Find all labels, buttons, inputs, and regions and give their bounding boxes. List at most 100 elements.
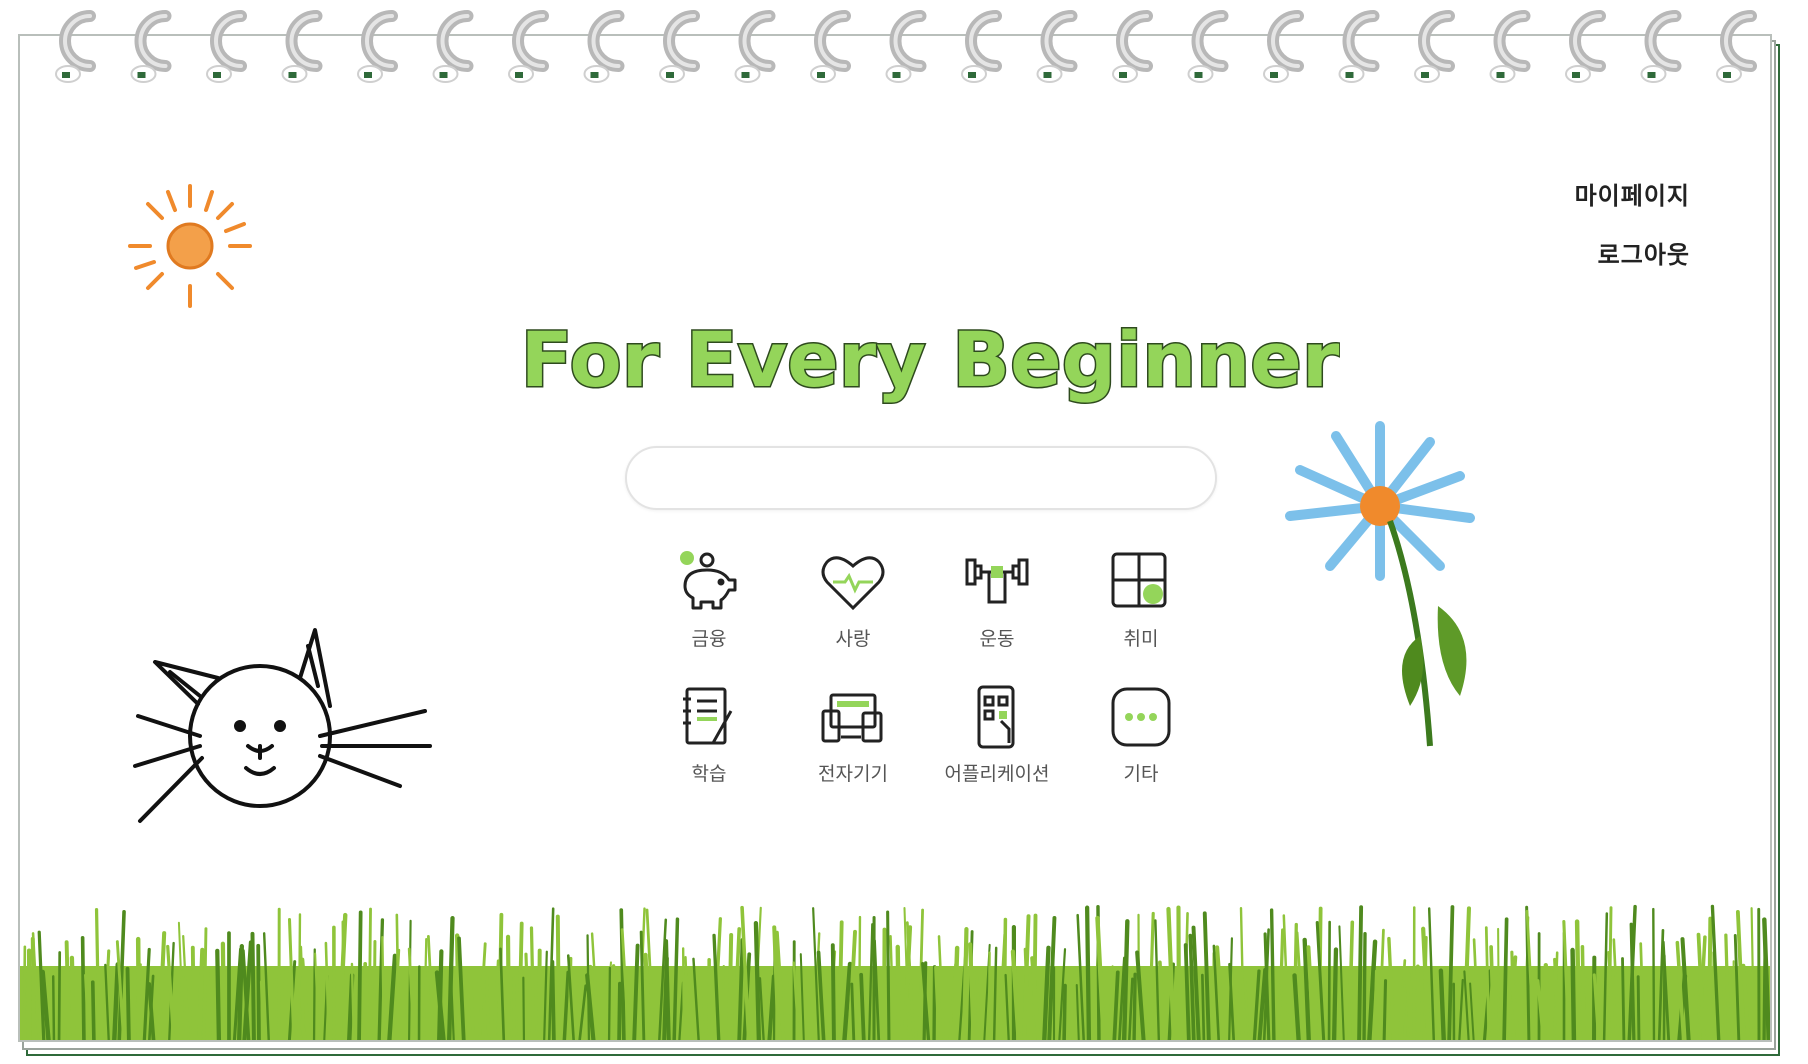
grass-blade bbox=[69, 955, 77, 1040]
spiral-ring bbox=[1112, 10, 1153, 83]
category-exercise[interactable]: 운동 bbox=[925, 546, 1069, 651]
grass-blade bbox=[617, 981, 622, 1040]
grass-blade bbox=[550, 960, 556, 1040]
spiral-ring bbox=[1716, 10, 1757, 83]
category-label: 기타 bbox=[1123, 763, 1159, 785]
cat-doodle bbox=[133, 628, 432, 823]
svg-text:For Every Beginner: For Every Beginner bbox=[521, 315, 1340, 404]
grass-blade bbox=[1176, 905, 1182, 1040]
spiral-ring bbox=[1640, 10, 1682, 83]
spiral-ring bbox=[130, 10, 172, 83]
grass-blade bbox=[1570, 947, 1577, 1040]
grass-blade bbox=[1416, 964, 1421, 1040]
grass-blade bbox=[1357, 905, 1364, 1040]
spiral-ring bbox=[810, 10, 851, 83]
grass-blade bbox=[830, 943, 836, 1040]
category-hobby[interactable]: 취미 bbox=[1069, 546, 1213, 651]
grass-blade bbox=[1085, 905, 1092, 1040]
grass-blade bbox=[215, 948, 222, 1040]
grass-blade bbox=[727, 933, 734, 1040]
search-input[interactable] bbox=[625, 446, 1217, 510]
grass-blade bbox=[1652, 907, 1656, 1040]
grass-blade bbox=[951, 945, 960, 1040]
grass-blade bbox=[895, 944, 902, 1040]
spiral-ring bbox=[583, 10, 625, 83]
grass-blade bbox=[1636, 975, 1641, 1040]
grass-blade bbox=[1621, 957, 1626, 1040]
grass-blade bbox=[681, 947, 686, 1040]
spiral-ring bbox=[432, 10, 474, 83]
grass-blade bbox=[962, 927, 969, 1040]
spiral-ring bbox=[281, 10, 323, 83]
grass-blade bbox=[1707, 916, 1713, 1040]
spiral-ring bbox=[659, 10, 700, 83]
grass-blade bbox=[1502, 917, 1509, 1040]
grass-blade bbox=[90, 980, 96, 1040]
spiral-ring bbox=[1489, 10, 1531, 83]
grass-blade bbox=[1327, 920, 1331, 1040]
piggy-bank-icon bbox=[680, 551, 737, 610]
category-application[interactable]: 어플리케이션 bbox=[925, 681, 1069, 786]
grass-blade bbox=[537, 948, 542, 1040]
grass-blade bbox=[259, 979, 267, 1040]
mypage-link[interactable]: 마이페이지 bbox=[1575, 176, 1690, 211]
grass-blade bbox=[607, 966, 612, 1040]
grass-border bbox=[20, 904, 1770, 1040]
more-icon bbox=[1111, 687, 1171, 747]
grass-blade bbox=[237, 944, 244, 1040]
grass-blade bbox=[362, 962, 368, 1040]
spiral-ring bbox=[55, 10, 96, 83]
category-label: 전자기기 bbox=[818, 763, 888, 785]
user-menu: 마이페이지 로그아웃 bbox=[1575, 176, 1690, 294]
category-label: 운동 bbox=[979, 628, 1015, 650]
grass-blade bbox=[932, 965, 937, 1040]
grass-blade bbox=[282, 969, 289, 1040]
category-label: 어플리케이션 bbox=[944, 763, 1050, 785]
grass-blade bbox=[202, 927, 208, 1040]
category-label: 금융 bbox=[691, 628, 727, 650]
grass-blade bbox=[886, 910, 891, 1040]
grass-blade bbox=[220, 941, 227, 1040]
grass-blade bbox=[297, 913, 302, 1040]
grass-blade bbox=[664, 939, 671, 1040]
grass-blade bbox=[190, 945, 196, 1040]
grass-blade bbox=[1153, 972, 1157, 1040]
category-grid: 금융 사랑 운동 취미 학습 전자기기 어플리케이션 기타 bbox=[637, 546, 1237, 786]
puzzle-icon bbox=[1111, 552, 1167, 608]
grass-blade bbox=[22, 945, 27, 1040]
grass-blade bbox=[250, 931, 256, 1040]
category-electronics[interactable]: 전자기기 bbox=[781, 681, 925, 786]
category-study[interactable]: 학습 bbox=[637, 681, 781, 786]
grass-blade bbox=[1574, 919, 1582, 1040]
grass-blade bbox=[784, 974, 791, 1040]
spiral-ring bbox=[508, 10, 549, 83]
devices-icon bbox=[821, 693, 883, 743]
category-label: 학습 bbox=[691, 763, 727, 785]
category-finance[interactable]: 금융 bbox=[637, 546, 781, 651]
notebook-page: For Every Beginner 마이페이지 로그아웃 금융 사랑 운동 취… bbox=[18, 34, 1772, 1042]
flower-doodle bbox=[1285, 421, 1475, 747]
notebook-icon bbox=[683, 687, 733, 745]
grass-blade bbox=[517, 921, 524, 1040]
category-love[interactable]: 사랑 bbox=[781, 546, 925, 651]
grass-blade bbox=[1331, 947, 1339, 1040]
grass-blade bbox=[51, 975, 56, 1040]
category-other[interactable]: 기타 bbox=[1069, 681, 1213, 786]
spiral-ring bbox=[1338, 10, 1380, 83]
grass-blade bbox=[522, 976, 526, 1040]
grass-blade bbox=[1585, 977, 1591, 1040]
spiral-ring bbox=[1565, 10, 1606, 83]
spiral-binding bbox=[55, 10, 1757, 83]
grass-blade bbox=[135, 936, 142, 1040]
logout-link[interactable]: 로그아웃 bbox=[1575, 235, 1690, 270]
grass-blade bbox=[64, 940, 71, 1040]
grass-blade bbox=[357, 910, 363, 1040]
grass-blade bbox=[57, 951, 62, 1040]
spiral-ring bbox=[206, 10, 247, 83]
grass-blade bbox=[367, 907, 372, 1040]
spiral-ring bbox=[961, 10, 1002, 83]
grass-blade bbox=[1201, 973, 1206, 1040]
spiral-ring bbox=[357, 10, 398, 83]
grass-blade bbox=[505, 934, 512, 1040]
grass-blade bbox=[399, 979, 407, 1040]
